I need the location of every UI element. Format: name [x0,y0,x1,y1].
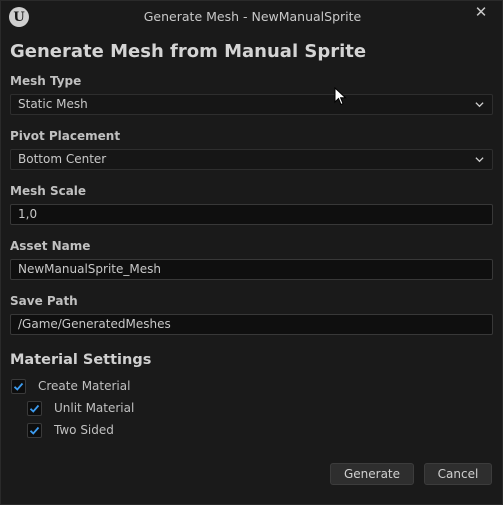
mesh-type-dropdown[interactable]: Static Mesh [10,94,493,115]
checkmark-icon [13,382,24,391]
create-material-checkbox[interactable] [11,378,26,394]
mesh-scale-input[interactable]: 1,0 [10,204,493,225]
unlit-material-option[interactable]: Unlit Material [27,399,134,417]
unlit-material-label: Unlit Material [54,401,135,415]
save-path-label: Save Path [10,294,78,308]
close-button[interactable]: ✕ [467,2,495,22]
two-sided-option[interactable]: Two Sided [27,421,114,439]
mesh-scale-label: Mesh Scale [10,184,87,198]
chevron-down-icon [475,157,484,163]
pivot-placement-label: Pivot Placement [10,129,121,143]
mesh-type-label: Mesh Type [10,74,82,88]
generate-button[interactable]: Generate [330,463,414,485]
material-settings-heading: Material Settings [10,352,152,368]
dialog-heading: Generate Mesh from Manual Sprite [10,41,367,62]
mouse-cursor-icon [334,87,347,106]
save-path-input[interactable]: /Game/GeneratedMeshes [10,314,493,335]
create-material-label: Create Material [38,379,131,393]
close-icon: ✕ [474,3,488,21]
asset-name-label: Asset Name [10,239,91,253]
unlit-material-checkbox[interactable] [27,400,42,416]
chevron-down-icon [475,102,484,108]
asset-name-input[interactable]: NewManualSprite_Mesh [10,259,493,280]
generate-mesh-dialog: U Generate Mesh - NewManualSprite ✕ Gene… [0,0,503,505]
mesh-type-value: Static Mesh [18,97,88,111]
pivot-placement-dropdown[interactable]: Bottom Center [10,149,493,170]
window-title: Generate Mesh - NewManualSprite [143,9,362,24]
checkmark-icon [29,426,40,435]
cancel-button[interactable]: Cancel [424,463,492,485]
pivot-placement-value: Bottom Center [18,152,107,166]
create-material-option[interactable]: Create Material [11,377,130,395]
checkmark-icon [29,404,40,413]
two-sided-label: Two Sided [54,423,114,437]
two-sided-checkbox[interactable] [27,422,42,438]
title-bar[interactable]: U Generate Mesh - NewManualSprite ✕ [1,1,503,34]
